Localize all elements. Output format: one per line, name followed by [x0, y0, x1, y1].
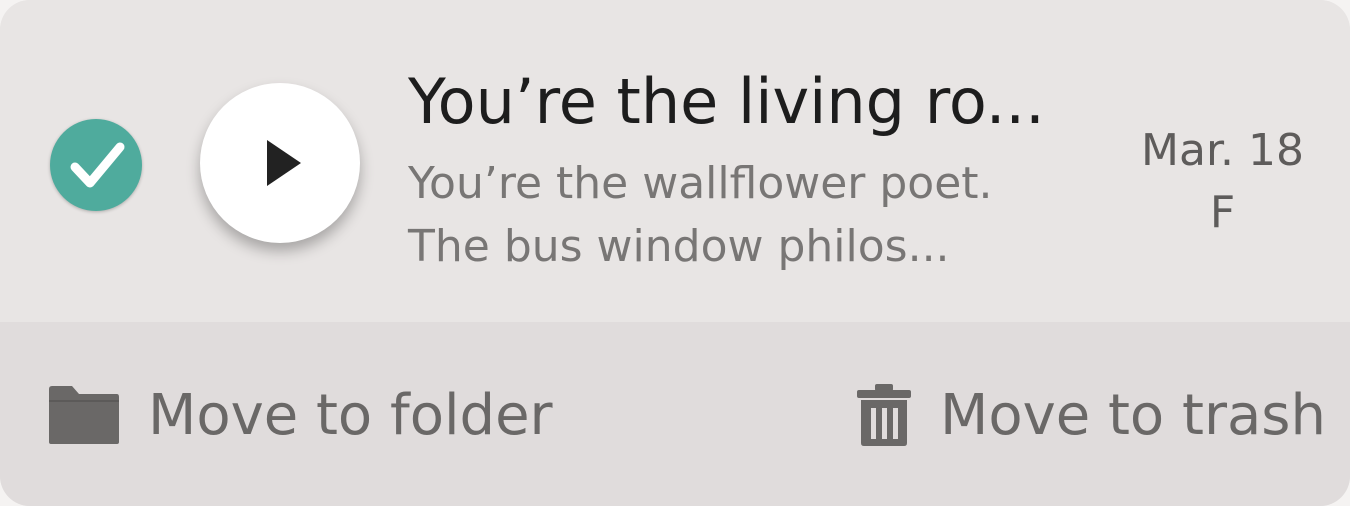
move-to-folder-label: Move to folder [148, 382, 553, 448]
move-to-trash-button[interactable]: Move to trash [856, 370, 1326, 460]
message-title: You’re the living ro... [408, 65, 1045, 138]
move-to-trash-label: Move to trash [940, 382, 1326, 448]
move-to-folder-button[interactable]: Move to folder [46, 370, 553, 460]
preview-line-1: You’re the wallflower poet. [408, 158, 993, 209]
message-date: Mar. 18 [1141, 125, 1304, 176]
trash-icon [857, 384, 911, 446]
folder-icon [49, 386, 119, 444]
play-button[interactable] [200, 83, 360, 243]
message-preview: You’re the wallflower poet. The bus wind… [408, 152, 1048, 278]
message-card[interactable]: You’re the living ro... You’re the wallf… [0, 0, 1350, 506]
check-icon [70, 142, 125, 188]
selected-check-icon[interactable] [50, 119, 142, 211]
message-meta: Mar. 18 F [1120, 120, 1325, 244]
play-icon [267, 140, 301, 186]
message-row[interactable]: You’re the living ro... You’re the wallf… [0, 0, 1350, 322]
preview-line-2: The bus window philos... [408, 221, 950, 272]
message-tag: F [1209, 187, 1236, 238]
